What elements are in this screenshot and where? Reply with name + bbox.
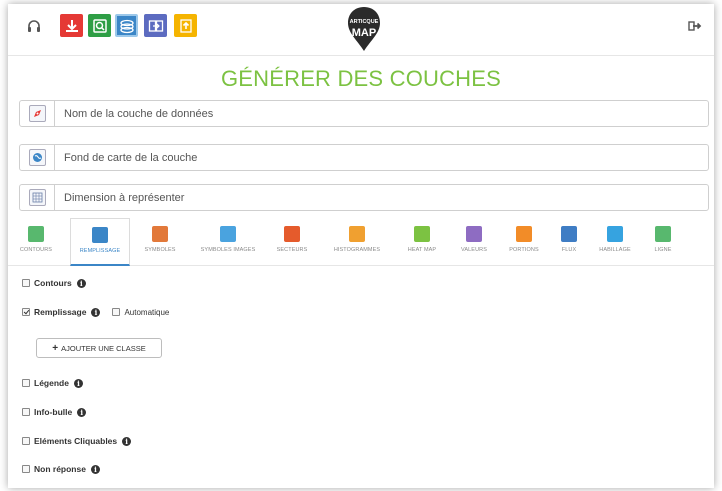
tab-label: LIGNE	[654, 247, 672, 253]
tab-label: FLUX	[561, 247, 577, 253]
tab-portions[interactable]: PORTIONS	[502, 218, 546, 266]
tab-symboles[interactable]: SYMBOLES	[138, 218, 182, 266]
logo-line1: ARTICQUE	[350, 19, 379, 25]
tab-habillage[interactable]: HABILLAGE	[592, 218, 638, 266]
option-contours: Contours i	[22, 278, 86, 288]
top-toolbar: ARTICQUE MAP	[8, 4, 714, 56]
non-reponse-checkbox[interactable]	[22, 465, 30, 473]
legende-checkbox[interactable]	[22, 379, 30, 387]
info-icon[interactable]: i	[73, 378, 83, 388]
tab-heat-map[interactable]: HEAT MAP	[400, 218, 444, 266]
option-info-bulle: Info-bulle i	[22, 407, 87, 417]
info-icon[interactable]: i	[91, 307, 101, 317]
info-icon[interactable]: i	[90, 464, 100, 474]
transfer-icon[interactable]	[144, 14, 167, 37]
fill-icon	[92, 227, 108, 243]
contours-label: Contours	[34, 278, 72, 288]
line-icon	[655, 226, 671, 242]
info-bulle-label: Info-bulle	[34, 407, 73, 417]
tab-label: HABILLAGE	[599, 247, 631, 253]
remplissage-label: Remplissage	[34, 307, 87, 317]
basemap-icon	[20, 145, 55, 170]
elements-cliquables-checkbox[interactable]	[22, 437, 30, 445]
plus-icon: +	[52, 342, 59, 354]
tab-label: HISTOGRAMMES	[333, 247, 381, 253]
upload-icon[interactable]	[174, 14, 197, 37]
option-remplissage: Remplissage i Automatique	[22, 307, 169, 317]
legende-label: Légende	[34, 378, 69, 388]
tab-symboles-images[interactable]: SYMBOLES IMAGES	[194, 218, 262, 266]
contours-icon	[28, 226, 44, 242]
tab-label: VALEURS	[461, 247, 487, 253]
elements-cliquables-label: Eléments Cliquables	[34, 436, 118, 446]
tab-ligne[interactable]: LIGNE	[646, 218, 680, 266]
dimension-input[interactable]	[64, 189, 694, 206]
layer-type-tabs: CONTOURS REMPLISSAGE SYMBOLES SYMBOLES I…	[8, 218, 714, 266]
image-symbols-icon	[220, 226, 236, 242]
tab-secteurs[interactable]: SECTEURS	[270, 218, 314, 266]
symbols-icon	[152, 226, 168, 242]
automatique-checkbox[interactable]	[112, 308, 121, 316]
heat-map-icon	[414, 226, 430, 242]
info-icon[interactable]: i	[76, 278, 86, 288]
info-bulle-checkbox[interactable]	[22, 408, 30, 416]
tab-label: CONTOURS	[19, 247, 53, 253]
flux-icon	[561, 226, 577, 242]
tab-label: PORTIONS	[509, 247, 539, 253]
dimension-icon	[20, 185, 55, 210]
values-icon	[466, 226, 482, 242]
layer-name-icon	[20, 101, 55, 126]
option-non-reponse: Non réponse i	[22, 464, 100, 474]
info-icon[interactable]: i	[122, 436, 132, 446]
layer-name-field[interactable]	[19, 100, 709, 127]
habillage-icon	[607, 226, 623, 242]
tab-flux[interactable]: FLUX	[554, 218, 584, 266]
download-icon[interactable]	[60, 14, 83, 37]
tab-histogrammes[interactable]: HISTOGRAMMES	[326, 218, 388, 266]
non-reponse-label: Non réponse	[34, 464, 86, 474]
option-automatique: Automatique	[112, 308, 169, 317]
app-window: ARTICQUE MAP GÉNÉRER DES COUCHES CONTO	[8, 4, 714, 488]
option-elements-cliquables: Eléments Cliquables i	[22, 436, 132, 446]
dimension-field[interactable]	[19, 184, 709, 211]
tab-contours[interactable]: CONTOURS	[12, 218, 60, 266]
automatique-label: Automatique	[124, 307, 170, 317]
contours-checkbox[interactable]	[22, 279, 30, 287]
tab-label: REMPLISSAGE	[79, 248, 121, 254]
tab-label: SECTEURS	[276, 247, 308, 253]
portions-icon	[516, 226, 532, 242]
layers-icon[interactable]	[115, 14, 138, 37]
basemap-field[interactable]	[19, 144, 709, 171]
info-icon[interactable]: i	[77, 407, 87, 417]
tab-label: HEAT MAP	[407, 247, 437, 253]
tab-valeurs[interactable]: VALEURS	[454, 218, 494, 266]
tab-label: SYMBOLES IMAGES	[200, 247, 256, 253]
basemap-input[interactable]	[64, 149, 694, 166]
option-legende: Légende i	[22, 378, 83, 388]
histogram-icon	[349, 226, 365, 242]
search-icon[interactable]	[88, 14, 111, 37]
tab-label: SYMBOLES	[144, 247, 176, 253]
tab-remplissage[interactable]: REMPLISSAGE	[70, 218, 130, 266]
add-class-label: AJOUTER UNE CLASSE	[61, 343, 146, 353]
page-title: GÉNÉRER DES COUCHES	[220, 66, 502, 91]
add-class-button[interactable]: + AJOUTER UNE CLASSE	[36, 338, 162, 358]
headphones-icon[interactable]	[22, 14, 45, 37]
sectors-icon	[284, 226, 300, 242]
sign-out-icon[interactable]	[688, 19, 702, 38]
articque-map-logo: ARTICQUE MAP	[347, 6, 381, 52]
logo-line2: MAP	[352, 27, 376, 39]
remplissage-checkbox[interactable]	[22, 308, 30, 316]
layer-name-input[interactable]	[64, 105, 694, 122]
